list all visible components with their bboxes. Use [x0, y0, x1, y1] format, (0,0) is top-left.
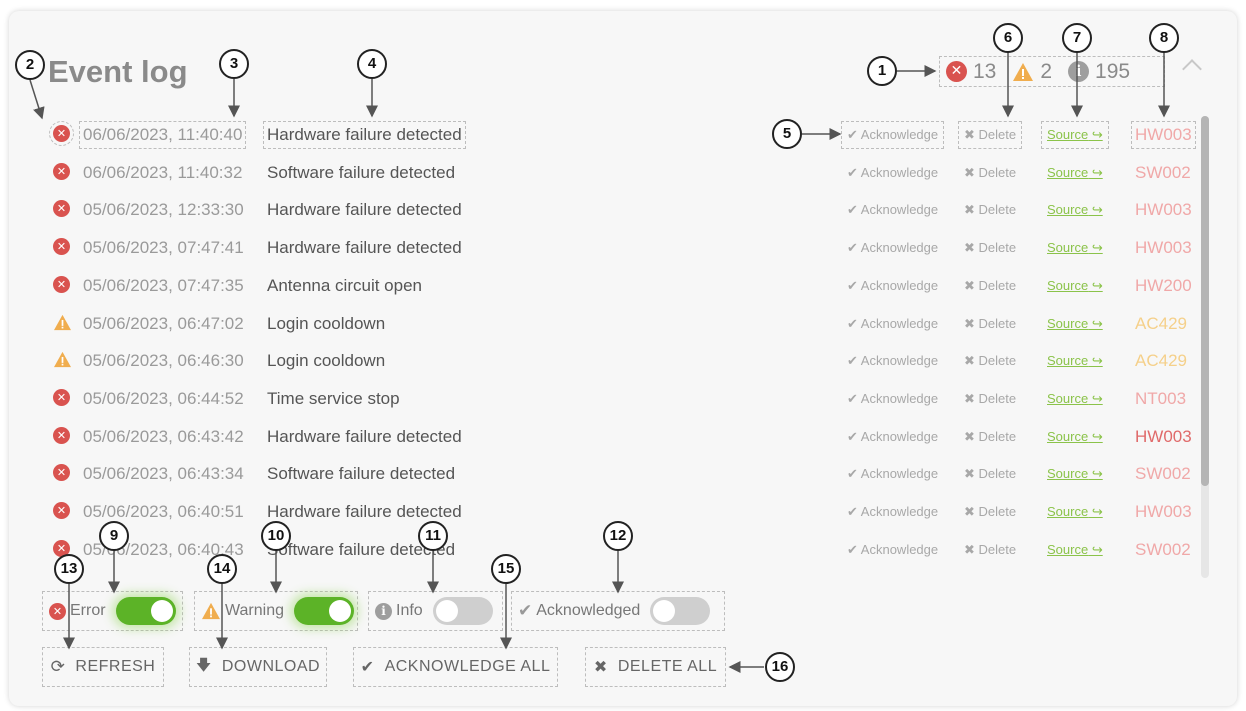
callout-5: 5 — [772, 119, 802, 149]
callout-10: 10 — [261, 521, 291, 551]
callout-14: 14 — [207, 554, 237, 584]
annotation-arrows — [29, 52, 1170, 673]
callout-7: 7 — [1062, 23, 1092, 53]
callout-12: 12 — [603, 521, 633, 551]
callout-1: 1 — [867, 56, 897, 86]
callout-9: 9 — [99, 521, 129, 551]
callout-11: 11 — [418, 521, 448, 551]
callout-8: 8 — [1149, 23, 1179, 53]
callout-16: 16 — [765, 652, 795, 682]
callout-15: 15 — [491, 554, 521, 584]
callout-13: 13 — [54, 554, 84, 584]
callout-3: 3 — [219, 49, 249, 79]
callout-6: 6 — [993, 23, 1023, 53]
callout-4: 4 — [357, 49, 387, 79]
callout-2: 2 — [15, 50, 45, 80]
